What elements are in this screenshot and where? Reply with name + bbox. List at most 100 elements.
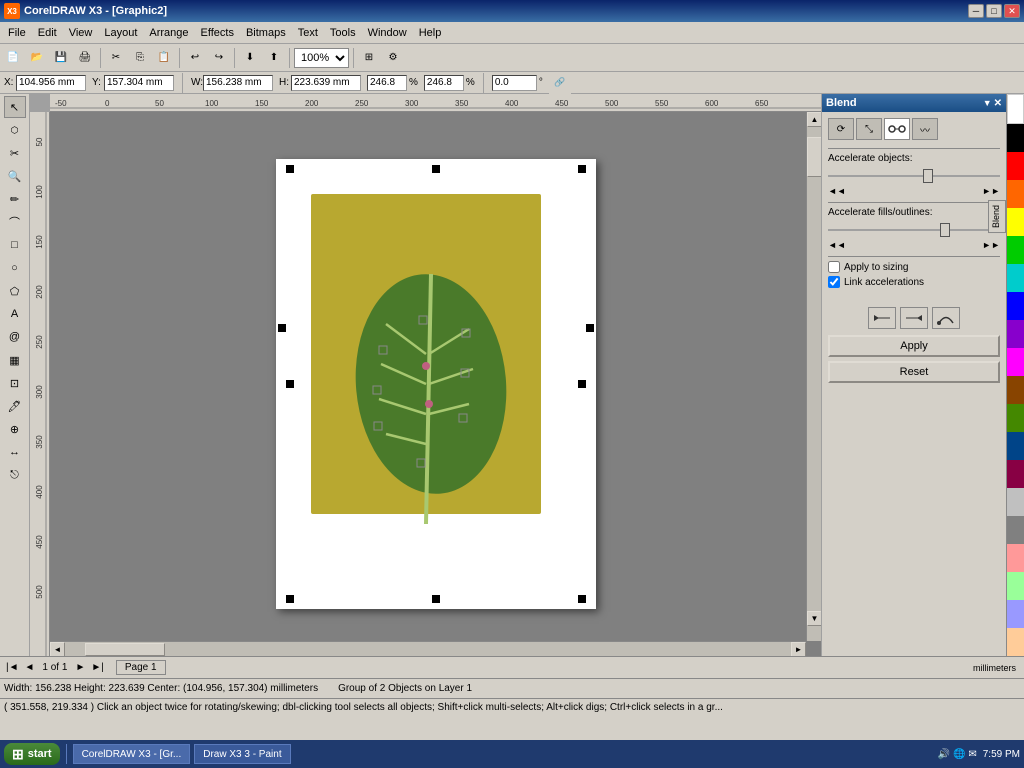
menu-tools[interactable]: Tools (324, 25, 362, 41)
maximize-button[interactable]: □ (986, 4, 1002, 18)
copy-button[interactable]: ⎘ (129, 47, 151, 69)
angle-input[interactable] (492, 75, 537, 91)
color-peach[interactable] (1007, 628, 1024, 656)
menu-layout[interactable]: Layout (98, 25, 143, 41)
import-button[interactable]: ⬇ (239, 47, 261, 69)
handle-tl[interactable] (286, 165, 294, 173)
rectangle-tool[interactable]: □ (4, 234, 26, 256)
taskbar-item-paint[interactable]: Draw X3 3 - Paint (194, 744, 290, 764)
pct1-input[interactable] (367, 75, 407, 91)
prev-page-button[interactable]: ◄ (23, 662, 37, 673)
arrow-left-2[interactable]: ◄◄ (828, 240, 846, 250)
fill-tool[interactable]: ▦ (4, 349, 26, 371)
blend-tab-3[interactable] (884, 118, 910, 140)
taskbar-item-coreldraw[interactable]: CorelDRAW X3 - [Gr... (73, 744, 191, 764)
first-page-button[interactable]: |◄ (4, 662, 21, 673)
print-button[interactable]: 🖨 (74, 47, 96, 69)
y-input[interactable] (104, 75, 174, 91)
menu-effects[interactable]: Effects (195, 25, 240, 41)
shape-tool[interactable]: ⬡ (4, 119, 26, 141)
snap-button[interactable]: ⊞ (358, 47, 380, 69)
color-lavender[interactable] (1007, 600, 1024, 628)
color-cyan[interactable] (1007, 264, 1024, 292)
blend-interactive[interactable]: ↔ (4, 441, 26, 463)
pct2-input[interactable] (424, 75, 464, 91)
reset-button[interactable]: Reset (828, 361, 1000, 383)
slider-thumb-2[interactable] (940, 223, 950, 237)
blend-collapse-button[interactable]: ▼ (983, 98, 992, 109)
color-navy[interactable] (1007, 432, 1024, 460)
blend-side-tab[interactable]: Blend (988, 200, 1006, 233)
color-black[interactable] (1007, 124, 1024, 152)
canvas-background[interactable] (50, 112, 821, 656)
color-lightgreen[interactable] (1007, 572, 1024, 600)
zoom-select[interactable]: 100% 75% 50% 150% (294, 48, 349, 68)
new-button[interactable]: 📄 (2, 47, 24, 69)
menu-file[interactable]: File (2, 25, 32, 41)
handle-bl[interactable] (286, 595, 294, 603)
menu-view[interactable]: View (63, 25, 99, 41)
color-orange[interactable] (1007, 180, 1024, 208)
blend-tab-1[interactable]: ⟳ (828, 118, 854, 140)
ellipse-tool[interactable]: ○ (4, 257, 26, 279)
link-accelerations-checkbox[interactable] (828, 276, 840, 288)
minimize-button[interactable]: ─ (968, 4, 984, 18)
color-silver[interactable] (1007, 488, 1024, 516)
redo-button[interactable]: ↪ (208, 47, 230, 69)
color-magenta[interactable] (1007, 348, 1024, 376)
accel-objects-slider[interactable] (828, 168, 1000, 184)
color-green[interactable] (1007, 236, 1024, 264)
vertical-scrollbar[interactable]: ▲ ▼ (806, 112, 821, 641)
horizontal-scrollbar[interactable]: ◄ ► (50, 641, 806, 656)
handle-side-r[interactable] (586, 324, 594, 332)
last-page-button[interactable]: ►| (89, 662, 106, 673)
eyedropper-tool[interactable]: 🖊 (4, 395, 26, 417)
envelope-tool[interactable]: ⎋ (4, 464, 26, 486)
cut-button[interactable]: ✂ (105, 47, 127, 69)
blend-tab-4[interactable]: 〰 (912, 118, 938, 140)
scroll-right-button[interactable]: ► (791, 642, 806, 657)
freehand-tool[interactable]: ✏ (4, 188, 26, 210)
blend-start-icon[interactable] (868, 307, 896, 329)
blend-tab-2[interactable]: ⤡ (856, 118, 882, 140)
handle-ml[interactable] (286, 380, 294, 388)
apply-to-sizing-checkbox[interactable] (828, 261, 840, 273)
crop-tool[interactable]: ✂ (4, 142, 26, 164)
menu-window[interactable]: Window (362, 25, 413, 41)
color-indicator[interactable] (984, 681, 1000, 697)
zoom-tool[interactable]: 🔍 (4, 165, 26, 187)
handle-mr[interactable] (578, 380, 586, 388)
color-purple[interactable] (1007, 320, 1024, 348)
menu-help[interactable]: Help (413, 25, 448, 41)
h-input[interactable] (291, 75, 361, 91)
blend-path-icon[interactable] (932, 307, 960, 329)
blend-end-icon[interactable] (900, 307, 928, 329)
text-tool[interactable]: A (4, 303, 26, 325)
scroll-up-button[interactable]: ▲ (807, 112, 821, 127)
start-button[interactable]: ⊞ start (4, 743, 60, 765)
color-maroon[interactable] (1007, 460, 1024, 488)
options-button[interactable]: ⚙ (382, 47, 404, 69)
transform-tool[interactable]: ⊕ (4, 418, 26, 440)
page-name[interactable]: Page 1 (116, 660, 166, 675)
handle-bc[interactable] (432, 595, 440, 603)
smart-draw-tool[interactable]: ⌒ (4, 211, 26, 233)
select-tool[interactable]: ↖ (4, 96, 26, 118)
open-button[interactable]: 📂 (26, 47, 48, 69)
handle-tr[interactable] (578, 165, 586, 173)
blend-close-button[interactable]: ✕ (994, 98, 1002, 109)
menu-text[interactable]: Text (292, 25, 324, 41)
spiral-tool[interactable]: @ (4, 326, 26, 348)
menu-arrange[interactable]: Arrange (143, 25, 194, 41)
outline-tool[interactable]: ⊡ (4, 372, 26, 394)
color-brown[interactable] (1007, 376, 1024, 404)
handle-side-l[interactable] (278, 324, 286, 332)
color-pink[interactable] (1007, 544, 1024, 572)
x-input[interactable] (16, 75, 86, 91)
undo-button[interactable]: ↩ (184, 47, 206, 69)
scroll-thumb-h[interactable] (85, 643, 165, 656)
color-white[interactable] (1007, 94, 1024, 124)
color-blue[interactable] (1007, 292, 1024, 320)
arrow-right-2[interactable]: ►► (982, 240, 1000, 250)
scroll-down-button[interactable]: ▼ (807, 611, 821, 626)
